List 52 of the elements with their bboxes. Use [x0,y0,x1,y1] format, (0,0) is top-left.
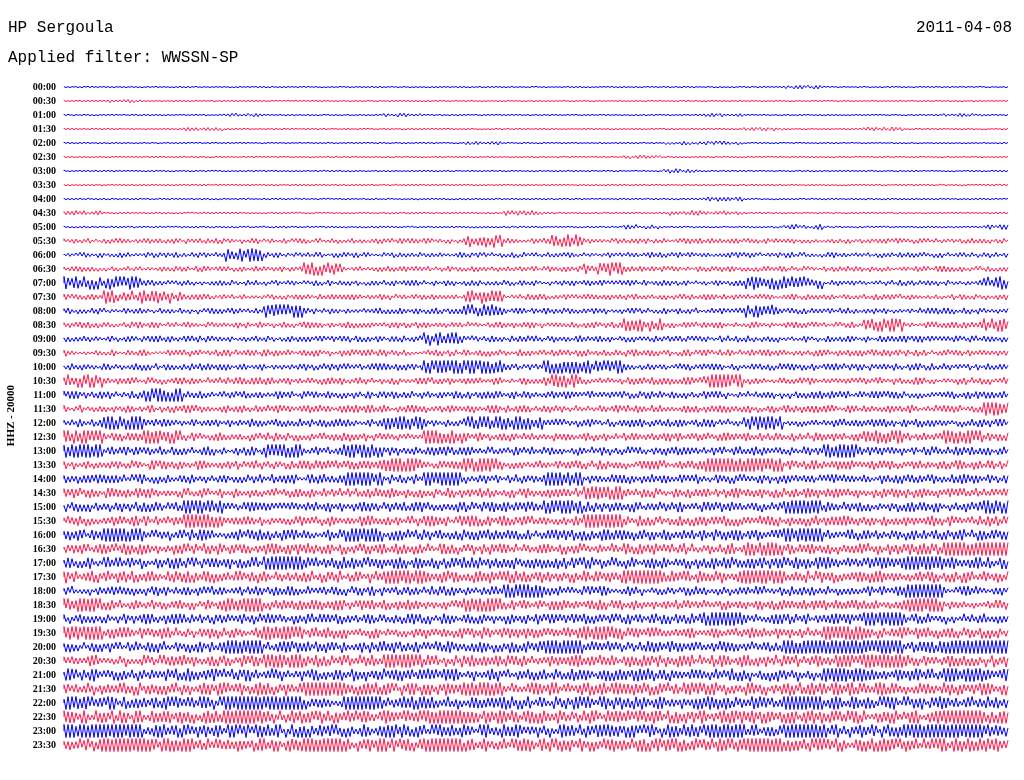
time-label: 00:30 [31,94,57,108]
time-label: 20:30 [31,654,57,668]
time-label: 17:30 [31,570,57,584]
time-label: 09:30 [31,346,57,360]
time-label: 10:00 [31,360,57,374]
time-label: 19:30 [31,626,57,640]
time-label: 15:30 [31,514,57,528]
time-label: 01:30 [31,122,57,136]
filter-label: Applied filter: WWSSN-SP [8,48,239,68]
station-title: HP Sergoula [8,18,114,38]
time-label: 02:30 [31,150,57,164]
time-label: 14:00 [31,472,57,486]
time-label: 10:30 [31,374,57,388]
time-label: 05:30 [31,234,57,248]
time-label: 20:00 [31,640,57,654]
time-label: 14:30 [31,486,57,500]
time-label: 03:00 [31,164,57,178]
time-label: 07:00 [31,276,57,290]
time-label: 18:30 [31,598,57,612]
time-label: 12:00 [31,416,57,430]
time-label: 21:30 [31,682,57,696]
time-label: 21:00 [31,668,57,682]
time-label: 03:30 [31,178,57,192]
time-label: 17:00 [31,556,57,570]
date-label: 2011-04-08 [916,18,1012,38]
time-label: 13:00 [31,444,57,458]
time-label: 08:30 [31,318,57,332]
time-label: 18:00 [31,584,57,598]
time-label: 12:30 [31,430,57,444]
time-label: 01:00 [31,108,57,122]
time-label: 06:00 [31,248,57,262]
time-label: 08:00 [31,304,57,318]
time-label: 16:30 [31,542,57,556]
time-label: 06:30 [31,262,57,276]
time-label: 22:00 [31,696,57,710]
time-label: 11:30 [32,402,57,416]
time-label: 13:30 [31,458,57,472]
time-label: 00:00 [31,80,57,94]
time-label: 16:00 [31,528,57,542]
time-label: 05:00 [31,220,57,234]
time-label: 23:30 [31,738,57,752]
time-label: 04:30 [31,206,57,220]
time-label: 22:30 [31,710,57,724]
time-label: 23:00 [31,724,57,738]
channel-label: HHZ - 20000 [2,385,17,447]
time-label: 02:00 [31,136,57,150]
time-label: 15:00 [31,500,57,514]
time-label: 11:00 [32,388,57,402]
time-label: 09:00 [31,332,57,346]
time-label: 19:00 [31,612,57,626]
time-label: 04:00 [31,192,57,206]
time-label: 07:30 [31,290,57,304]
